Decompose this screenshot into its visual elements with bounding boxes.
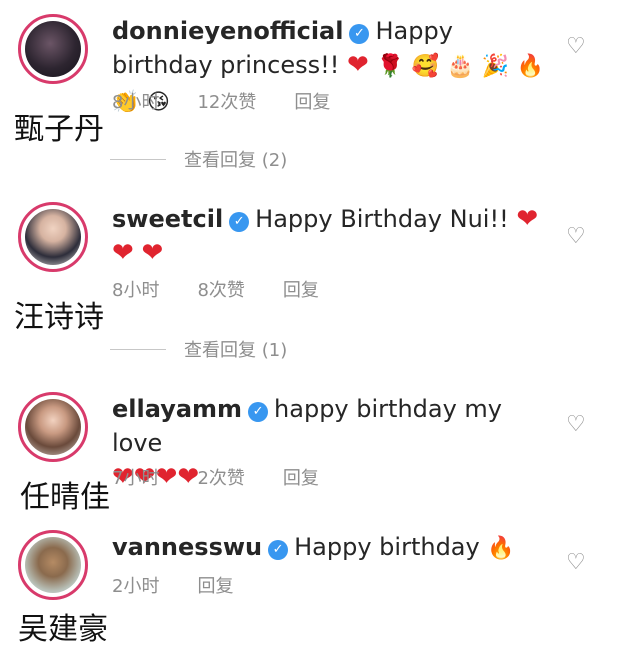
verified-badge-icon: ✓ — [229, 212, 250, 232]
view-replies-label: 查看回复 (2) — [184, 150, 288, 171]
comment-text: Happy Birthday Nui!! — [255, 205, 509, 233]
reply-button[interactable]: 回复 — [197, 576, 233, 597]
heart-outline-icon[interactable]: ♡ — [566, 36, 588, 58]
rose-emoji-icon: 🌹 — [376, 54, 404, 79]
divider — [110, 348, 166, 350]
comment-body: sweetcil ✓ Happy Birthday Nui!! ❤❤ ❤ — [112, 202, 552, 270]
heart-emoji-icon: ❤ — [112, 238, 134, 268]
reply-button[interactable]: 回复 — [283, 468, 319, 489]
comment-body: vannesswu ✓ Happy birthday 🔥 — [112, 530, 552, 566]
comment-text: Happy birthday — [294, 533, 480, 561]
view-replies-button[interactable]: 查看回复 (2) — [110, 146, 287, 172]
heart-emoji-icon: ❤ — [516, 204, 539, 234]
heart-outline-icon[interactable]: ♡ — [566, 226, 588, 248]
overlay-name: 甄子丹 — [14, 112, 104, 147]
username[interactable]: donnieyenofficial — [112, 17, 343, 45]
like-count[interactable]: 2次赞 — [197, 468, 244, 489]
view-replies-button[interactable]: 查看回复 (1) — [110, 336, 287, 362]
overlay-name: 吴建豪 — [18, 612, 108, 647]
like-count[interactable]: 8次赞 — [197, 280, 244, 301]
verified-badge-icon: ✓ — [268, 540, 289, 560]
timestamp: 7小时 — [112, 468, 160, 489]
view-replies-label: 查看回复 (1) — [184, 340, 288, 361]
smiling-hearts-emoji-icon: 🥰 — [411, 54, 439, 79]
timestamp: 2小时 — [112, 576, 160, 597]
verified-badge-icon: ✓ — [349, 24, 370, 44]
username[interactable]: sweetcil — [112, 205, 223, 233]
verified-badge-icon: ✓ — [248, 402, 269, 422]
overlay-name: 汪诗诗 — [14, 300, 104, 335]
comment-meta: 8小时 12次赞 回复 — [112, 88, 368, 114]
avatar[interactable] — [18, 202, 88, 272]
heart-outline-icon[interactable]: ♡ — [566, 414, 588, 436]
username[interactable]: vannesswu — [112, 533, 262, 561]
fire-emoji-icon: 🔥 — [516, 54, 545, 79]
timestamp: 8小时 — [112, 92, 160, 113]
cake-emoji-icon: 🎂 — [446, 54, 474, 79]
comment-meta: 8小时 8次赞 回复 — [112, 276, 357, 302]
comment-meta: 2小时 回复 — [112, 572, 271, 598]
heart-emoji-icon: ❤ — [141, 238, 164, 268]
party-popper-emoji-icon: 🎉 — [481, 54, 509, 79]
divider — [110, 158, 166, 160]
avatar[interactable] — [18, 392, 88, 462]
timestamp: 8小时 — [112, 280, 160, 301]
reply-button[interactable]: 回复 — [294, 92, 330, 113]
overlay-name: 任晴佳 — [20, 480, 110, 515]
fire-emoji-icon: 🔥 — [487, 536, 515, 561]
avatar[interactable] — [18, 530, 88, 600]
like-count[interactable]: 12次赞 — [197, 92, 256, 113]
reply-button[interactable]: 回复 — [283, 280, 319, 301]
comment-meta: 7小时 2次赞 回复 — [112, 464, 357, 490]
username[interactable]: ellayamm — [112, 395, 242, 423]
heart-outline-icon[interactable]: ♡ — [566, 552, 588, 574]
avatar[interactable] — [18, 14, 88, 84]
heart-emoji-icon: ❤ — [347, 50, 369, 80]
